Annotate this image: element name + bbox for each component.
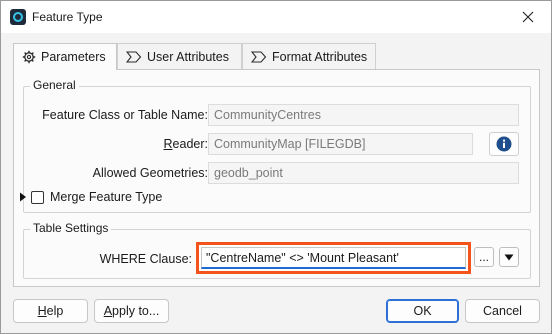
close-icon bbox=[522, 11, 534, 23]
help-button[interactable]: Help bbox=[13, 299, 88, 323]
help-button-label: Help bbox=[37, 304, 64, 318]
feature-class-field: CommunityCentres bbox=[208, 104, 519, 126]
ok-button-label: OK bbox=[413, 304, 432, 318]
parameters-panel: General Feature Class or Table Name: Com… bbox=[13, 69, 540, 287]
apply-to-button[interactable]: Apply to... bbox=[94, 299, 169, 323]
reader-label: Reader: bbox=[163, 137, 208, 151]
apply-to-button-label: Apply to... bbox=[103, 304, 160, 318]
merge-feature-type-label: Merge Feature Type bbox=[50, 190, 163, 204]
feature-type-dialog: Feature Type Parameters User Attributes … bbox=[0, 0, 552, 334]
tab-format-attributes[interactable]: Format Attributes bbox=[242, 43, 376, 69]
cancel-button[interactable]: Cancel bbox=[465, 299, 540, 323]
triangle-down-icon bbox=[504, 254, 514, 260]
table-settings-title: Table Settings bbox=[30, 221, 112, 235]
where-clause-highlight: "CentreName" <> 'Mount Pleasant' bbox=[196, 242, 471, 274]
tab-parameters-label: Parameters bbox=[41, 50, 106, 64]
where-clause-editor-button[interactable]: ... bbox=[474, 247, 494, 267]
tab-format-attributes-label: Format Attributes bbox=[272, 49, 368, 64]
where-clause-dropdown-button[interactable] bbox=[499, 247, 519, 267]
tab-user-attributes[interactable]: User Attributes bbox=[117, 43, 242, 69]
feature-class-label: Feature Class or Table Name: bbox=[42, 108, 208, 122]
gear-icon bbox=[22, 50, 36, 64]
close-button[interactable] bbox=[513, 5, 543, 29]
expand-triangle-icon[interactable] bbox=[19, 192, 27, 202]
ok-button[interactable]: OK bbox=[386, 299, 459, 323]
app-icon bbox=[10, 9, 26, 25]
merge-feature-type-row: Merge Feature Type bbox=[19, 190, 162, 204]
attribute-tab-icon bbox=[251, 50, 267, 63]
allowed-geometries-label: Allowed Geometries: bbox=[92, 166, 208, 180]
tab-parameters[interactable]: Parameters bbox=[13, 43, 117, 70]
info-icon bbox=[496, 136, 512, 152]
where-clause-label: WHERE Clause: bbox=[99, 252, 192, 266]
allowed-geometries-field: geodb_point bbox=[208, 162, 519, 184]
cancel-button-label: Cancel bbox=[483, 304, 522, 318]
reader-info-button[interactable] bbox=[489, 132, 519, 156]
general-group: General Feature Class or Table Name: Com… bbox=[20, 78, 531, 213]
merge-feature-type-checkbox[interactable] bbox=[31, 190, 44, 204]
where-clause-input[interactable]: "CentreName" <> 'Mount Pleasant' bbox=[201, 247, 466, 269]
reader-field: CommunityMap [FILEGDB] bbox=[208, 133, 473, 155]
window-title: Feature Type bbox=[32, 10, 103, 24]
general-group-title: General bbox=[30, 78, 79, 92]
title-bar: Feature Type bbox=[1, 1, 551, 33]
tab-user-attributes-label: User Attributes bbox=[147, 49, 229, 64]
attribute-tab-icon bbox=[126, 50, 142, 63]
